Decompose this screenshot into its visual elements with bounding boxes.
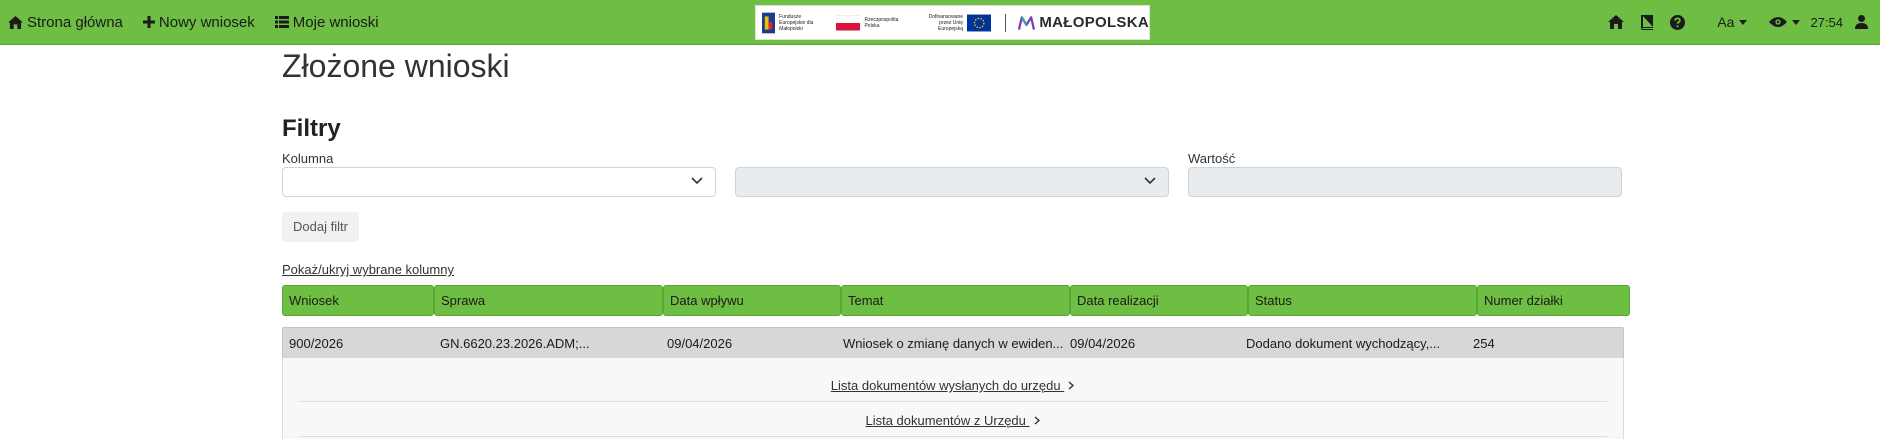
malopolska-m-icon bbox=[1018, 15, 1036, 30]
column-header-status[interactable]: Status bbox=[1248, 285, 1477, 316]
chevron-down-icon bbox=[1144, 177, 1156, 185]
fundusze-text: Fundusze Europejskie dla Małopolski bbox=[779, 13, 814, 32]
column-header-numer-dzialki[interactable]: Numer działki bbox=[1477, 285, 1630, 316]
chevron-down-icon bbox=[1739, 19, 1748, 25]
top-navbar: Strona główna Nowy wniosek Moje wnioski … bbox=[0, 0, 1880, 45]
poland-flag-icon bbox=[836, 14, 861, 31]
plus-icon bbox=[142, 16, 155, 28]
cell-wniosek: 900/2026 bbox=[289, 335, 344, 351]
chevron-right-icon bbox=[1034, 416, 1040, 425]
column-header-temat[interactable]: Temat bbox=[841, 285, 1070, 316]
nav-new-request[interactable]: Nowy wniosek bbox=[142, 13, 255, 31]
cell-numer-dzialki: 254 bbox=[1473, 335, 1495, 351]
column-header-sprawa[interactable]: Sprawa bbox=[434, 285, 663, 316]
detail-divider bbox=[299, 401, 1607, 402]
nav-home-label: Strona główna bbox=[27, 13, 123, 31]
detail-divider bbox=[299, 436, 1607, 437]
nav-my-requests[interactable]: Moje wnioski bbox=[274, 13, 379, 31]
column-header-wniosek[interactable]: Wniosek bbox=[282, 285, 434, 316]
font-size-dropdown[interactable]: Aa bbox=[1717, 14, 1748, 30]
nav-right: Aa 27:54 bbox=[1608, 0, 1880, 44]
manual-button[interactable] bbox=[1640, 14, 1654, 30]
ue-text: Dofinansowane przez Unię Europejską bbox=[928, 13, 964, 32]
chevron-down-icon bbox=[1792, 19, 1801, 25]
help-button[interactable] bbox=[1670, 14, 1686, 30]
table-header: Wniosek Sprawa Data wpływu Temat Data re… bbox=[282, 285, 1630, 316]
office-documents-label: Lista dokumentów z Urzędu bbox=[865, 413, 1026, 428]
chevron-down-icon bbox=[691, 177, 703, 185]
font-size-label: Aa bbox=[1717, 14, 1735, 30]
row-detail-panel: Lista dokumentów wysłanych do urzędu Lis… bbox=[282, 358, 1624, 439]
nav-left: Strona główna Nowy wniosek Moje wnioski bbox=[8, 0, 399, 44]
eye-icon bbox=[1769, 17, 1788, 27]
toggle-columns-link[interactable]: Pokaż/ukryj wybrane kolumny bbox=[282, 262, 454, 277]
book-icon bbox=[1641, 14, 1654, 30]
eu-flag-icon bbox=[967, 14, 992, 31]
user-icon bbox=[1855, 15, 1868, 29]
nav-my-label: Moje wnioski bbox=[292, 13, 379, 31]
chevron-right-icon bbox=[1068, 381, 1075, 390]
cell-sprawa: GN.6620.23.2026.ADM;... bbox=[440, 335, 590, 351]
home-shortcut-button[interactable] bbox=[1608, 15, 1625, 29]
operator-select[interactable] bbox=[735, 167, 1169, 197]
rzeczpospolita-text: Rzeczpospolita Polska bbox=[864, 16, 899, 29]
nav-new-label: Nowy wniosek bbox=[158, 13, 255, 31]
malopolska-text: MAŁOPOLSKA bbox=[1039, 14, 1150, 31]
list-icon bbox=[274, 16, 289, 28]
session-timer: 27:54 bbox=[1810, 14, 1843, 30]
cell-data-wplywu: 09/04/2026 bbox=[667, 335, 733, 351]
column-select[interactable] bbox=[282, 167, 716, 197]
fundusze-logo-icon bbox=[762, 12, 776, 33]
table-row[interactable]: 900/2026 GN.6620.23.2026.ADM;... 09/04/2… bbox=[282, 327, 1624, 359]
column-label: Kolumna bbox=[282, 151, 334, 166]
home-icon bbox=[8, 15, 23, 29]
cell-status: Dodano dokument wychodzący,... bbox=[1246, 335, 1441, 351]
contrast-dropdown[interactable] bbox=[1769, 16, 1801, 28]
add-filter-button[interactable]: Dodaj filtr bbox=[282, 212, 359, 242]
value-label: Wartość bbox=[1188, 151, 1236, 166]
sent-documents-link[interactable]: Lista dokumentów wysłanych do urzędu bbox=[283, 378, 1623, 393]
page-title: Złożone wnioski bbox=[282, 48, 510, 84]
cell-data-realizacji: 09/04/2026 bbox=[1070, 335, 1136, 351]
home-icon bbox=[1608, 15, 1625, 29]
cell-temat: Wniosek o zmianę danych w ewiden... bbox=[843, 335, 1064, 351]
nav-home[interactable]: Strona główna bbox=[8, 14, 123, 31]
user-menu-button[interactable] bbox=[1855, 15, 1868, 29]
column-header-data-realizacji[interactable]: Data realizacji bbox=[1070, 285, 1248, 316]
filters-title: Filtry bbox=[282, 115, 341, 142]
office-documents-link[interactable]: Lista dokumentów z Urzędu bbox=[283, 413, 1623, 428]
column-header-data-wplywu[interactable]: Data wpływu bbox=[663, 285, 841, 316]
value-input[interactable] bbox=[1188, 167, 1622, 197]
sent-documents-label: Lista dokumentów wysłanych do urzędu bbox=[830, 378, 1061, 393]
eu-logo-banner: Fundusze Europejskie dla Małopolski Rzec… bbox=[755, 5, 1150, 40]
question-circle-icon bbox=[1670, 14, 1686, 30]
